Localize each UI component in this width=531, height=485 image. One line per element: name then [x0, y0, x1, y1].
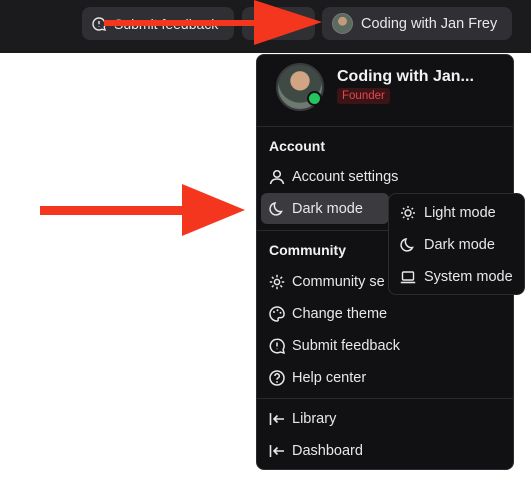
menu-divider — [257, 126, 513, 127]
submit-feedback-item[interactable]: Submit feedback — [261, 330, 509, 361]
help-circle-icon — [268, 369, 286, 387]
online-status-indicator — [307, 91, 322, 106]
light-mode-label: Light mode — [424, 205, 496, 221]
menu-divider — [257, 398, 513, 399]
theme-submenu: Light mode Dark mode System mode — [388, 193, 525, 295]
dark-mode-item[interactable]: Dark mode — [261, 193, 389, 224]
account-section-title: Account — [269, 138, 325, 154]
chat-bubble-icon — [268, 337, 286, 355]
moon-icon — [399, 236, 417, 254]
annotation-arrow-top — [104, 0, 322, 45]
dark-mode-label: Dark mode — [292, 200, 363, 217]
role-badge: Founder — [337, 88, 390, 104]
dark-mode-option[interactable]: Dark mode — [395, 231, 521, 259]
sun-icon — [399, 204, 417, 222]
light-mode-option[interactable]: Light mode — [395, 199, 521, 227]
change-theme-label: Change theme — [292, 305, 388, 322]
user-icon — [268, 168, 286, 186]
user-menu-button[interactable]: Coding with Jan Frey — [322, 7, 512, 40]
community-section-title: Community — [269, 242, 346, 258]
profile-name: Coding with Jan... — [337, 68, 474, 85]
library-label: Library — [292, 410, 337, 427]
account-settings-label: Account settings — [292, 168, 399, 185]
help-center-item[interactable]: Help center — [261, 362, 509, 393]
arrow-left-bar-icon — [268, 442, 286, 460]
system-mode-label: System mode — [424, 269, 513, 285]
community-settings-label: Community se — [292, 273, 385, 290]
gear-icon — [268, 273, 286, 291]
account-settings-item[interactable]: Account settings — [261, 161, 509, 192]
system-mode-option[interactable]: System mode — [395, 263, 521, 291]
user-name-label: Coding with Jan Frey — [361, 15, 498, 32]
profile-header: Coding with Jan... Founder — [257, 55, 513, 125]
palette-icon — [268, 305, 286, 323]
change-theme-item[interactable]: Change theme — [261, 298, 509, 329]
arrow-left-bar-icon — [268, 410, 286, 428]
dark-mode-option-label: Dark mode — [424, 237, 495, 253]
dashboard-item[interactable]: Dashboard — [261, 435, 509, 466]
submit-feedback-label: Submit feedback — [292, 337, 401, 354]
annotation-arrow-left — [40, 184, 245, 236]
avatar — [332, 13, 353, 34]
moon-icon — [268, 200, 286, 218]
library-item[interactable]: Library — [261, 403, 509, 434]
help-center-label: Help center — [292, 369, 367, 386]
dashboard-label: Dashboard — [292, 442, 363, 459]
laptop-icon — [399, 268, 417, 286]
